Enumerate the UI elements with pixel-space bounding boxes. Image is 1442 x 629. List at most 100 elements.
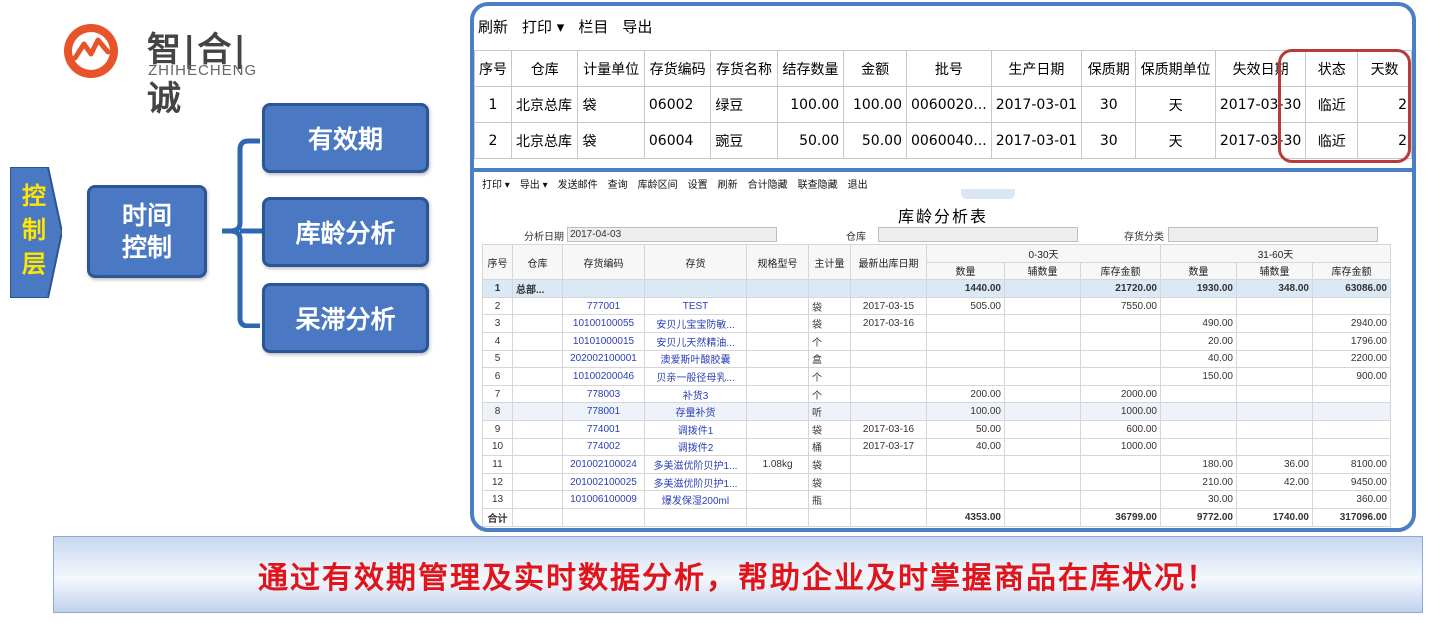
cell xyxy=(1080,490,1161,509)
cell: 202002100001 xyxy=(562,349,645,369)
refresh-button[interactable]: 刷新 xyxy=(478,18,508,36)
age-range-button[interactable]: 库龄区间 xyxy=(638,180,678,191)
cell: 50.00 xyxy=(926,419,1005,439)
columns-button[interactable]: 栏目 xyxy=(578,18,608,36)
cell: 1000.00 xyxy=(1080,437,1161,457)
col-header[interactable]: 辅数量 xyxy=(1004,261,1081,281)
col-header[interactable]: 数量 xyxy=(926,261,1005,281)
group-header: 0-30天 xyxy=(926,244,1161,263)
col-header[interactable]: 保质期 xyxy=(1081,50,1137,87)
cell: 9450.00 xyxy=(1312,472,1391,492)
cell xyxy=(1004,472,1081,492)
col-header[interactable]: 存货编码 xyxy=(643,50,712,87)
cell xyxy=(1080,349,1161,369)
cell: 0060020... xyxy=(905,86,992,123)
cell: 210.00 xyxy=(1160,472,1237,492)
col-header[interactable]: 规格型号 xyxy=(746,243,809,281)
collapse-handle[interactable] xyxy=(961,189,1015,199)
col-header[interactable]: 批号 xyxy=(905,50,992,87)
stock-age-box: 库龄分析 xyxy=(262,197,429,267)
cell xyxy=(1312,296,1391,316)
col-header[interactable]: 金额 xyxy=(843,50,907,87)
send-mail-button[interactable]: 发送邮件 xyxy=(558,180,598,191)
table-row[interactable]: 6 10100200046 贝亲一般径母乳... 个 150.00 900.00 xyxy=(482,367,1391,386)
cell: 多美滋优阶贝护1... xyxy=(644,472,747,492)
col-header[interactable]: 结存数量 xyxy=(776,50,845,87)
time-control-box: 时间控制 xyxy=(87,185,207,278)
cell: 12 xyxy=(482,472,513,492)
table-row[interactable]: 9 774001 调拨件1 袋 2017-03-16 50.00 600.00 xyxy=(482,419,1391,439)
cell xyxy=(1236,437,1313,457)
table-row[interactable]: 5 202002100001 澳爱斯叶酸胶囊 盒 40.00 2200.00 xyxy=(482,349,1391,369)
cell xyxy=(1080,367,1161,386)
cell: 绿豆 xyxy=(710,86,778,123)
table-row[interactable]: 10 774002 调拨件2 桶 2017-03-17 40.00 1000.00 xyxy=(482,437,1391,457)
cell xyxy=(512,314,563,333)
group-header: 31-60天 xyxy=(1160,244,1391,263)
table-row[interactable]: 13 101006100009 爆发保湿200ml 瓶 30.00 360.00 xyxy=(482,490,1391,509)
col-header[interactable]: 存货名称 xyxy=(710,50,778,87)
cell: 1796.00 xyxy=(1312,331,1391,351)
exit-button[interactable]: 退出 xyxy=(848,180,868,191)
cell xyxy=(1004,367,1081,386)
cell: 豌豆 xyxy=(710,122,778,159)
table-row[interactable]: 2 777001 TEST 袋 2017-03-15 505.00 7550.00 xyxy=(482,296,1391,316)
cell: 201002100024 xyxy=(562,455,645,474)
table-row[interactable]: 12 201002100025 多美滋优阶贝护1... 袋 210.00 42.00 945… xyxy=(482,472,1391,492)
cell xyxy=(512,367,563,386)
query-button[interactable]: 查询 xyxy=(608,180,628,191)
col-header[interactable]: 存货编码 xyxy=(562,243,645,281)
cell: 7 xyxy=(482,384,513,404)
print-menu-button[interactable]: 打印 ▾ xyxy=(522,18,564,36)
col-header[interactable]: 最新出库日期 xyxy=(850,243,927,281)
cell xyxy=(1236,296,1313,316)
col-header[interactable]: 仓库 xyxy=(510,50,579,87)
cell: 桶 xyxy=(808,437,851,457)
total-cell: 9772.00 xyxy=(1160,507,1237,527)
cell: 天 xyxy=(1135,86,1216,123)
cell: 澳爱斯叶酸胶囊 xyxy=(644,349,747,369)
col-header[interactable]: 序号 xyxy=(482,243,513,281)
cell xyxy=(850,490,927,509)
col-header[interactable]: 主计量 xyxy=(808,243,851,281)
export-button[interactable]: 导出 xyxy=(622,18,652,36)
col-header[interactable]: 库存金额 xyxy=(1080,261,1161,281)
cell xyxy=(746,331,809,351)
col-header[interactable]: 库存金额 xyxy=(1312,261,1391,281)
table-row[interactable]: 11 201002100024 多美滋优阶贝护1... 1.08kg 袋 180.00 36… xyxy=(482,455,1391,474)
export-menu-button[interactable]: 导出 ▾ xyxy=(520,180,548,191)
col-header[interactable]: 存货 xyxy=(644,243,747,281)
cell xyxy=(926,331,1005,351)
table-row[interactable]: 7 778003 补货3 个 200.00 2000.00 xyxy=(482,384,1391,404)
total-row: 合计 4353.00 36799.00 9772.00 1740.00 317096.00 xyxy=(482,507,1391,527)
table-row[interactable]: 1 北京总库 袋 06002 绿豆 100.00 100.00 0060020.… xyxy=(474,86,1412,123)
warehouse-field[interactable] xyxy=(878,227,1078,242)
cell xyxy=(746,296,809,316)
col-header[interactable]: 数量 xyxy=(1160,261,1237,281)
table-row[interactable]: 2 北京总库 袋 06004 豌豆 50.00 50.00 0060040...… xyxy=(474,122,1412,159)
cell: 30 xyxy=(1081,122,1137,159)
col-header[interactable]: 仓库 xyxy=(512,243,563,281)
status-days-highlight xyxy=(1278,49,1411,163)
table-row[interactable]: 4 10101000015 安贝儿天然精油... 个 20.00 1796.00 xyxy=(482,331,1391,351)
col-header[interactable]: 生产日期 xyxy=(990,50,1083,87)
category-field[interactable] xyxy=(1168,227,1378,242)
cell: 总部... xyxy=(512,279,563,298)
cell: 瓶 xyxy=(808,490,851,509)
print-menu-button[interactable]: 打印 ▾ xyxy=(482,180,510,191)
date-field[interactable]: 2017-04-03 xyxy=(567,227,777,242)
col-header[interactable]: 序号 xyxy=(474,50,512,87)
table-row[interactable]: 3 10100100055 安贝儿宝宝防敏... 袋 2017-03-16 490.00 2… xyxy=(482,314,1391,333)
summary-banner: 通过有效期管理及实时数据分析，帮助企业及时掌握商品在库状况！ xyxy=(53,536,1423,613)
cell: 调拨件1 xyxy=(644,419,747,439)
hide-linked-button[interactable]: 联查隐藏 xyxy=(798,180,838,191)
col-header[interactable]: 辅数量 xyxy=(1236,261,1313,281)
table-row[interactable]: 1 总部... 1440.00 21720.00 1930.00 348.00 63086.… xyxy=(482,279,1391,298)
hide-total-button[interactable]: 合计隐藏 xyxy=(748,180,788,191)
table-row[interactable]: 8 778001 存量补货 听 100.00 1000.00 xyxy=(482,402,1391,421)
total-cell: 合计 xyxy=(482,507,513,527)
col-header[interactable]: 计量单位 xyxy=(577,50,645,87)
refresh-button[interactable]: 刷新 xyxy=(718,180,738,191)
settings-button[interactable]: 设置 xyxy=(688,180,708,191)
col-header[interactable]: 保质期单位 xyxy=(1135,50,1216,87)
